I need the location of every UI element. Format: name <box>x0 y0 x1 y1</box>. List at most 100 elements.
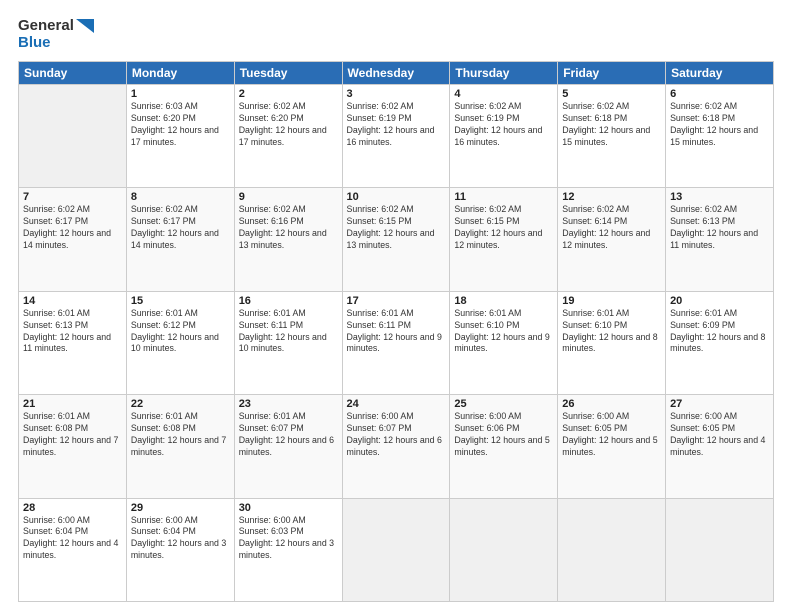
day-number: 16 <box>239 295 338 307</box>
day-number: 13 <box>670 191 769 203</box>
calendar-cell: 16Sunrise: 6:01 AMSunset: 6:11 PMDayligh… <box>234 291 342 394</box>
weekday-header-thursday: Thursday <box>450 62 558 85</box>
day-info: Sunrise: 6:01 AMSunset: 6:07 PMDaylight:… <box>239 411 334 457</box>
calendar-cell: 27Sunrise: 6:00 AMSunset: 6:05 PMDayligh… <box>666 395 774 498</box>
page-header: General Blue <box>18 18 774 51</box>
calendar-cell: 21Sunrise: 6:01 AMSunset: 6:08 PMDayligh… <box>19 395 127 498</box>
day-info: Sunrise: 6:02 AMSunset: 6:14 PMDaylight:… <box>562 204 650 250</box>
weekday-header-monday: Monday <box>126 62 234 85</box>
calendar-cell: 11Sunrise: 6:02 AMSunset: 6:15 PMDayligh… <box>450 188 558 291</box>
calendar-cell: 18Sunrise: 6:01 AMSunset: 6:10 PMDayligh… <box>450 291 558 394</box>
day-number: 22 <box>131 398 230 410</box>
calendar-cell: 22Sunrise: 6:01 AMSunset: 6:08 PMDayligh… <box>126 395 234 498</box>
day-number: 10 <box>347 191 446 203</box>
day-number: 12 <box>562 191 661 203</box>
day-number: 20 <box>670 295 769 307</box>
calendar-cell: 1Sunrise: 6:03 AMSunset: 6:20 PMDaylight… <box>126 85 234 188</box>
calendar-cell: 24Sunrise: 6:00 AMSunset: 6:07 PMDayligh… <box>342 395 450 498</box>
day-info: Sunrise: 6:01 AMSunset: 6:08 PMDaylight:… <box>131 411 226 457</box>
day-info: Sunrise: 6:00 AMSunset: 6:06 PMDaylight:… <box>454 411 549 457</box>
weekday-header-wednesday: Wednesday <box>342 62 450 85</box>
calendar-cell: 28Sunrise: 6:00 AMSunset: 6:04 PMDayligh… <box>19 498 127 601</box>
logo-arrow-icon <box>76 19 94 33</box>
day-number: 7 <box>23 191 122 203</box>
day-number: 27 <box>670 398 769 410</box>
calendar-cell: 9Sunrise: 6:02 AMSunset: 6:16 PMDaylight… <box>234 188 342 291</box>
calendar-cell: 20Sunrise: 6:01 AMSunset: 6:09 PMDayligh… <box>666 291 774 394</box>
day-number: 28 <box>23 502 122 514</box>
day-info: Sunrise: 6:02 AMSunset: 6:20 PMDaylight:… <box>239 101 327 147</box>
day-info: Sunrise: 6:00 AMSunset: 6:04 PMDaylight:… <box>23 515 118 561</box>
day-number: 23 <box>239 398 338 410</box>
day-info: Sunrise: 6:01 AMSunset: 6:08 PMDaylight:… <box>23 411 118 457</box>
weekday-header-tuesday: Tuesday <box>234 62 342 85</box>
day-number: 11 <box>454 191 553 203</box>
day-number: 24 <box>347 398 446 410</box>
day-info: Sunrise: 6:02 AMSunset: 6:17 PMDaylight:… <box>23 204 111 250</box>
day-info: Sunrise: 6:00 AMSunset: 6:07 PMDaylight:… <box>347 411 442 457</box>
calendar-cell: 26Sunrise: 6:00 AMSunset: 6:05 PMDayligh… <box>558 395 666 498</box>
logo-blue: Blue <box>18 35 94 52</box>
day-info: Sunrise: 6:02 AMSunset: 6:15 PMDaylight:… <box>454 204 542 250</box>
calendar-cell: 13Sunrise: 6:02 AMSunset: 6:13 PMDayligh… <box>666 188 774 291</box>
calendar-cell: 30Sunrise: 6:00 AMSunset: 6:03 PMDayligh… <box>234 498 342 601</box>
day-info: Sunrise: 6:02 AMSunset: 6:15 PMDaylight:… <box>347 204 435 250</box>
calendar-cell: 25Sunrise: 6:00 AMSunset: 6:06 PMDayligh… <box>450 395 558 498</box>
day-info: Sunrise: 6:03 AMSunset: 6:20 PMDaylight:… <box>131 101 219 147</box>
calendar-table: SundayMondayTuesdayWednesdayThursdayFrid… <box>18 61 774 602</box>
calendar-cell: 2Sunrise: 6:02 AMSunset: 6:20 PMDaylight… <box>234 85 342 188</box>
weekday-header-sunday: Sunday <box>19 62 127 85</box>
day-info: Sunrise: 6:02 AMSunset: 6:17 PMDaylight:… <box>131 204 219 250</box>
logo-general: General <box>18 18 74 35</box>
day-number: 26 <box>562 398 661 410</box>
calendar-week-5: 28Sunrise: 6:00 AMSunset: 6:04 PMDayligh… <box>19 498 774 601</box>
weekday-header-saturday: Saturday <box>666 62 774 85</box>
weekday-header-friday: Friday <box>558 62 666 85</box>
day-number: 17 <box>347 295 446 307</box>
day-info: Sunrise: 6:02 AMSunset: 6:18 PMDaylight:… <box>670 101 758 147</box>
day-number: 8 <box>131 191 230 203</box>
day-info: Sunrise: 6:00 AMSunset: 6:03 PMDaylight:… <box>239 515 334 561</box>
calendar-cell <box>450 498 558 601</box>
calendar-cell: 15Sunrise: 6:01 AMSunset: 6:12 PMDayligh… <box>126 291 234 394</box>
day-info: Sunrise: 6:02 AMSunset: 6:13 PMDaylight:… <box>670 204 758 250</box>
day-number: 21 <box>23 398 122 410</box>
calendar-cell: 6Sunrise: 6:02 AMSunset: 6:18 PMDaylight… <box>666 85 774 188</box>
calendar-cell: 12Sunrise: 6:02 AMSunset: 6:14 PMDayligh… <box>558 188 666 291</box>
day-number: 15 <box>131 295 230 307</box>
calendar-cell: 29Sunrise: 6:00 AMSunset: 6:04 PMDayligh… <box>126 498 234 601</box>
day-info: Sunrise: 6:01 AMSunset: 6:12 PMDaylight:… <box>131 308 219 354</box>
calendar-cell: 7Sunrise: 6:02 AMSunset: 6:17 PMDaylight… <box>19 188 127 291</box>
day-number: 18 <box>454 295 553 307</box>
day-number: 5 <box>562 88 661 100</box>
calendar-cell: 14Sunrise: 6:01 AMSunset: 6:13 PMDayligh… <box>19 291 127 394</box>
calendar-cell <box>558 498 666 601</box>
calendar-cell <box>666 498 774 601</box>
calendar-cell: 4Sunrise: 6:02 AMSunset: 6:19 PMDaylight… <box>450 85 558 188</box>
day-info: Sunrise: 6:01 AMSunset: 6:11 PMDaylight:… <box>347 308 442 354</box>
day-number: 29 <box>131 502 230 514</box>
calendar-week-4: 21Sunrise: 6:01 AMSunset: 6:08 PMDayligh… <box>19 395 774 498</box>
day-info: Sunrise: 6:01 AMSunset: 6:11 PMDaylight:… <box>239 308 327 354</box>
day-number: 2 <box>239 88 338 100</box>
calendar-week-2: 7Sunrise: 6:02 AMSunset: 6:17 PMDaylight… <box>19 188 774 291</box>
calendar-week-3: 14Sunrise: 6:01 AMSunset: 6:13 PMDayligh… <box>19 291 774 394</box>
day-info: Sunrise: 6:00 AMSunset: 6:05 PMDaylight:… <box>562 411 657 457</box>
day-number: 4 <box>454 88 553 100</box>
day-info: Sunrise: 6:02 AMSunset: 6:19 PMDaylight:… <box>454 101 542 147</box>
day-info: Sunrise: 6:00 AMSunset: 6:05 PMDaylight:… <box>670 411 765 457</box>
day-number: 6 <box>670 88 769 100</box>
day-number: 30 <box>239 502 338 514</box>
calendar-cell: 10Sunrise: 6:02 AMSunset: 6:15 PMDayligh… <box>342 188 450 291</box>
day-info: Sunrise: 6:02 AMSunset: 6:16 PMDaylight:… <box>239 204 327 250</box>
day-info: Sunrise: 6:01 AMSunset: 6:09 PMDaylight:… <box>670 308 765 354</box>
calendar-cell: 3Sunrise: 6:02 AMSunset: 6:19 PMDaylight… <box>342 85 450 188</box>
day-info: Sunrise: 6:02 AMSunset: 6:19 PMDaylight:… <box>347 101 435 147</box>
day-number: 19 <box>562 295 661 307</box>
day-number: 1 <box>131 88 230 100</box>
weekday-header-row: SundayMondayTuesdayWednesdayThursdayFrid… <box>19 62 774 85</box>
calendar-cell: 19Sunrise: 6:01 AMSunset: 6:10 PMDayligh… <box>558 291 666 394</box>
day-number: 3 <box>347 88 446 100</box>
day-info: Sunrise: 6:01 AMSunset: 6:10 PMDaylight:… <box>562 308 657 354</box>
day-number: 14 <box>23 295 122 307</box>
